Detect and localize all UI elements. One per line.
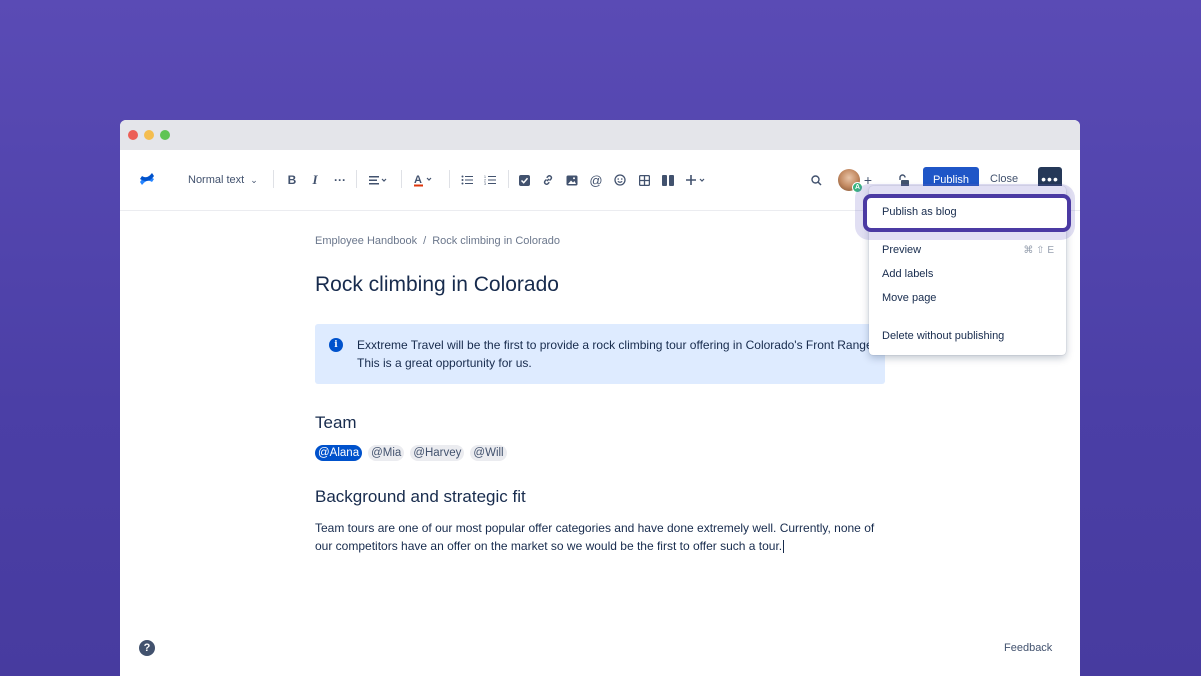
mention-mia[interactable]: @Mia bbox=[368, 445, 405, 461]
breadcrumb: Employee Handbook / Rock climbing in Color… bbox=[315, 235, 890, 247]
breadcrumb-parent[interactable]: Employee Handbook bbox=[315, 235, 417, 247]
mention-list: @Alana @Mia @Harvey @Will bbox=[315, 445, 507, 461]
link-icon[interactable] bbox=[540, 170, 556, 190]
team-heading[interactable]: Team bbox=[315, 413, 357, 433]
emoji-icon[interactable] bbox=[612, 170, 628, 190]
background-heading[interactable]: Background and strategic fit bbox=[315, 487, 526, 507]
info-icon: i bbox=[329, 338, 343, 352]
svg-text:A: A bbox=[414, 174, 422, 186]
search-icon[interactable] bbox=[808, 170, 824, 190]
background-paragraph[interactable]: Team tours are one of our most popular o… bbox=[315, 519, 875, 555]
svg-text:3: 3 bbox=[484, 182, 486, 185]
action-item-icon[interactable] bbox=[516, 170, 532, 190]
page-title[interactable]: Rock climbing in Colorado bbox=[315, 273, 890, 297]
toolbar-divider bbox=[449, 170, 450, 188]
menu-item-preview[interactable]: Preview bbox=[882, 244, 921, 256]
help-icon[interactable]: ? bbox=[139, 640, 155, 656]
mention-will[interactable]: @Will bbox=[470, 445, 507, 461]
breadcrumb-separator: / bbox=[423, 235, 427, 247]
menu-item-add-labels[interactable]: Add labels bbox=[882, 268, 933, 280]
page-content: Employee Handbook / Rock climbing in Color… bbox=[315, 235, 890, 554]
italic-icon[interactable]: I bbox=[308, 170, 322, 190]
menu-item-move-page[interactable]: Move page bbox=[882, 292, 936, 304]
browser-window: Normal text ⌄ B I ··· A 123 @ A + Publis… bbox=[120, 120, 1080, 676]
menu-item-publish-as-blog[interactable]: Publish as blog bbox=[863, 194, 1071, 232]
background-text: Team tours are one of our most popular o… bbox=[315, 521, 875, 553]
minimize-window-dot[interactable] bbox=[144, 130, 154, 140]
more-formatting-icon[interactable]: ··· bbox=[332, 170, 348, 190]
window-titlebar bbox=[120, 120, 1080, 150]
table-icon[interactable] bbox=[636, 170, 652, 190]
info-panel[interactable]: i Exxtreme Travel will be the first to p… bbox=[315, 324, 885, 384]
confluence-logo-icon[interactable] bbox=[138, 169, 156, 189]
zoom-window-dot[interactable] bbox=[160, 130, 170, 140]
text-color-icon[interactable]: A bbox=[412, 170, 438, 190]
alignment-icon[interactable] bbox=[366, 170, 390, 190]
image-icon[interactable] bbox=[564, 170, 580, 190]
text-cursor bbox=[783, 540, 785, 554]
chevron-down-icon: ⌄ bbox=[250, 174, 258, 185]
toolbar-divider bbox=[508, 170, 509, 188]
preview-shortcut: ⌘ ⇧ E bbox=[1023, 245, 1054, 256]
breadcrumb-current[interactable]: Rock climbing in Colorado bbox=[432, 235, 560, 247]
toolbar-divider bbox=[401, 170, 402, 188]
feedback-link[interactable]: Feedback bbox=[1004, 642, 1052, 654]
mention-alana[interactable]: @Alana bbox=[315, 445, 363, 461]
text-style-dropdown[interactable]: Normal text ⌄ bbox=[188, 170, 258, 190]
publish-as-blog-label: Publish as blog bbox=[882, 206, 957, 218]
bold-icon[interactable]: B bbox=[285, 170, 299, 190]
toolbar-divider bbox=[273, 170, 274, 188]
insert-more-icon[interactable] bbox=[684, 170, 710, 190]
mention-harvey[interactable]: @Harvey bbox=[410, 445, 465, 461]
mention-icon[interactable]: @ bbox=[588, 170, 604, 190]
numbered-list-icon[interactable]: 123 bbox=[482, 170, 498, 190]
menu-item-delete[interactable]: Delete without publishing bbox=[882, 330, 1004, 342]
close-window-dot[interactable] bbox=[128, 130, 138, 140]
text-style-label: Normal text bbox=[188, 174, 245, 186]
bullet-list-icon[interactable] bbox=[459, 170, 475, 190]
toolbar-divider bbox=[356, 170, 357, 188]
layouts-icon[interactable] bbox=[660, 170, 676, 190]
info-panel-text[interactable]: Exxtreme Travel will be the first to pro… bbox=[357, 336, 877, 372]
